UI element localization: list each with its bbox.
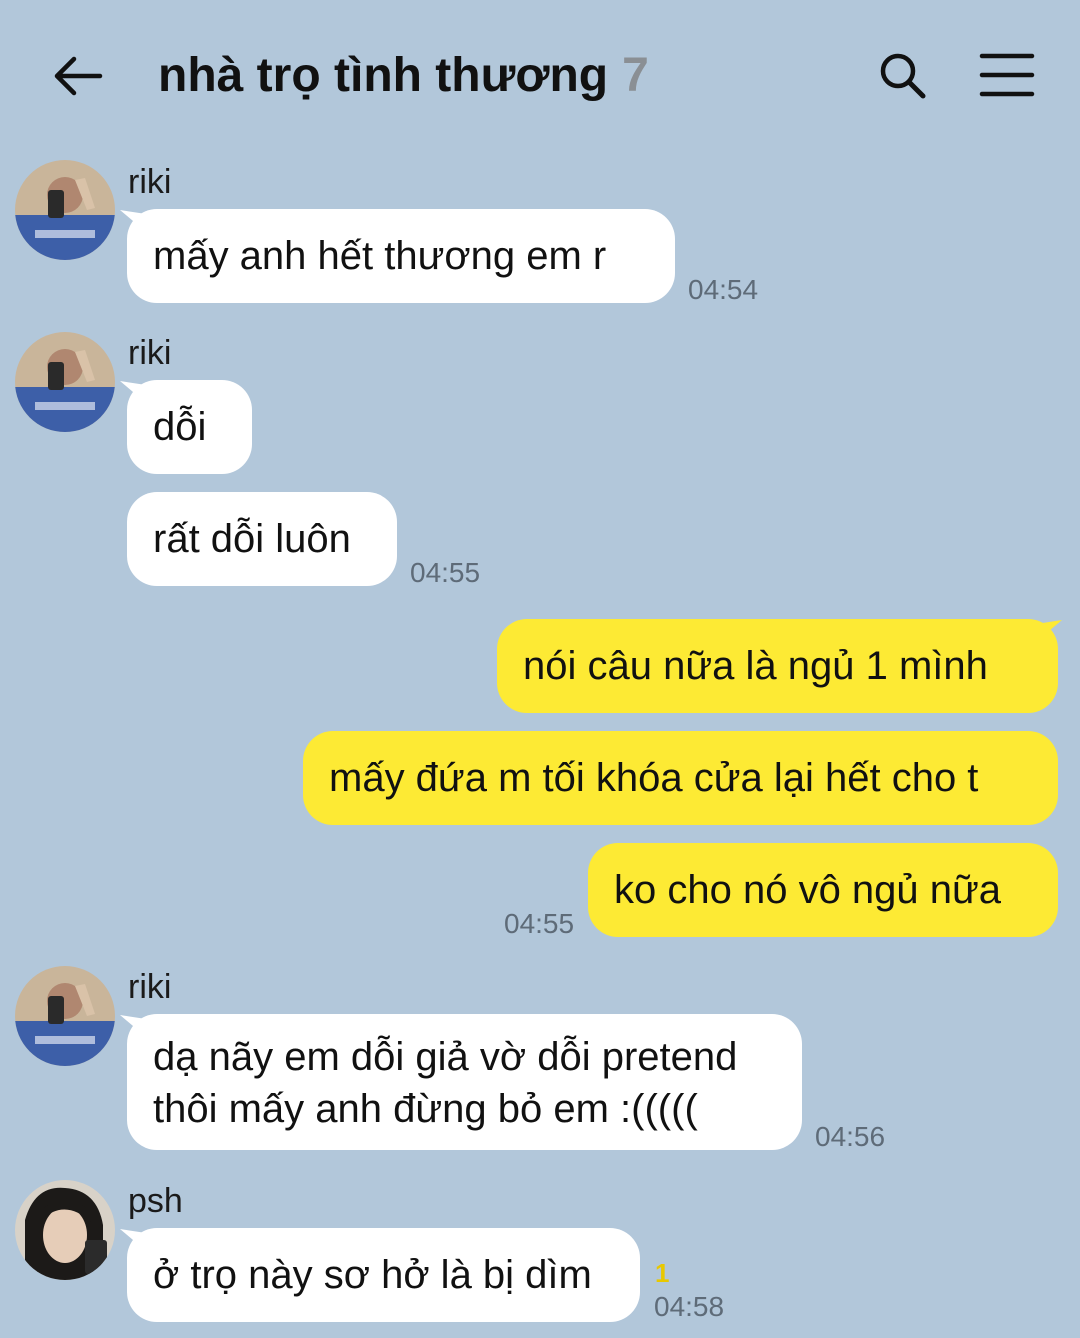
hamburger-menu-icon: [979, 53, 1035, 97]
message-text: mấy đứa m tối khóa cửa lại hết cho t: [329, 756, 979, 800]
message-bubble[interactable]: ở trọ này sơ hở là bị dìm: [127, 1228, 640, 1322]
sender-name: riki: [128, 968, 172, 1006]
message-timestamp: 04:54: [688, 274, 759, 305]
sender-name: riki: [128, 163, 172, 201]
back-button[interactable]: [50, 48, 106, 104]
message-text: mấy anh hết thương em r: [153, 234, 607, 278]
message-text-line: dạ nãy em dỗi giả vờ dỗi pretend: [153, 1035, 738, 1079]
message-timestamp: 04:55: [410, 557, 481, 588]
arrow-left-icon: [54, 56, 103, 96]
message-text: dỗi: [153, 405, 207, 449]
avatar-riki-image: [15, 332, 115, 432]
message-text: ko cho nó vô ngủ nữa: [614, 868, 1002, 912]
avatar-riki-image: [15, 966, 115, 1066]
search-icon: [880, 53, 926, 99]
sender-name: psh: [128, 1182, 183, 1220]
sender-name: riki: [128, 334, 172, 372]
search-button[interactable]: [874, 48, 930, 104]
member-count: 7: [622, 49, 649, 102]
message-bubble[interactable]: dỗi: [127, 380, 252, 474]
avatar-riki-image: [15, 160, 115, 260]
message-timestamp: 04:56: [815, 1121, 886, 1152]
room-name: nhà trọ tình thương: [158, 49, 609, 102]
avatar-riki[interactable]: [15, 160, 115, 260]
message-bubble[interactable]: dạ nãy em dỗi giả vờ dỗi pretend thôi mấ…: [127, 1014, 802, 1150]
message-text-line: thôi mấy anh đừng bỏ em :(((((: [153, 1087, 698, 1131]
avatar-psh[interactable]: [15, 1180, 115, 1280]
avatar-riki[interactable]: [15, 332, 115, 432]
chat-header: nhà trọ tình thương 7: [0, 0, 1080, 150]
unread-count: 1: [655, 1258, 670, 1288]
message-bubble[interactable]: nói câu nữa là ngủ 1 mình: [497, 619, 1058, 713]
message-text: rất dỗi luôn: [153, 517, 351, 561]
menu-button[interactable]: [978, 50, 1036, 100]
message-bubble[interactable]: rất dỗi luôn: [127, 492, 397, 586]
message-timestamp: 04:58: [654, 1291, 725, 1322]
message-bubble[interactable]: mấy đứa m tối khóa cửa lại hết cho t: [303, 731, 1058, 825]
avatar-riki[interactable]: [15, 966, 115, 1066]
message-bubble[interactable]: ko cho nó vô ngủ nữa: [588, 843, 1058, 937]
message-text: ở trọ này sơ hở là bị dìm: [153, 1253, 592, 1297]
chat-title: nhà trọ tình thương 7: [158, 46, 649, 106]
avatar-psh-image: [15, 1180, 115, 1280]
message-text: nói câu nữa là ngủ 1 mình: [523, 644, 988, 688]
message-bubble[interactable]: mấy anh hết thương em r: [127, 209, 675, 303]
message-timestamp: 04:55: [504, 908, 575, 939]
